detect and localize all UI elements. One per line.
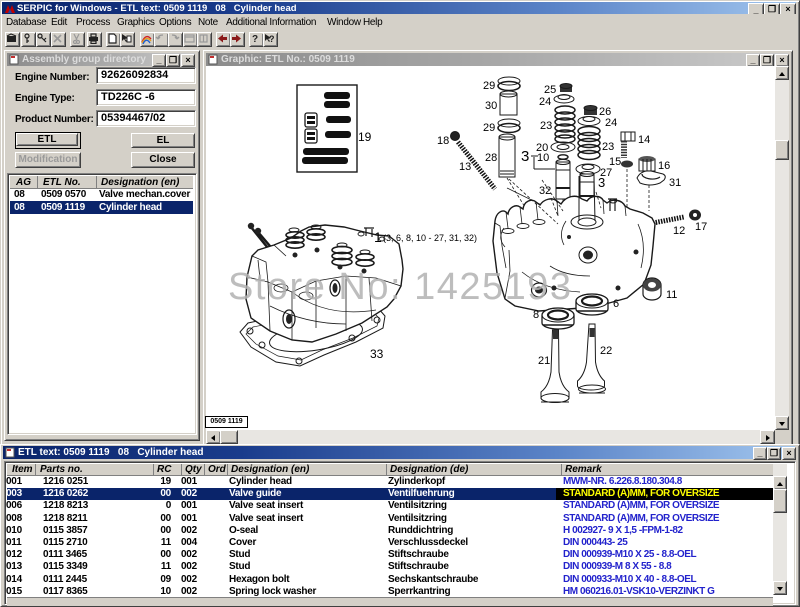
svg-text:29: 29 bbox=[483, 122, 495, 134]
svg-text:21: 21 bbox=[538, 355, 550, 367]
svg-text:32: 32 bbox=[539, 185, 551, 197]
svg-text:3: 3 bbox=[521, 148, 529, 165]
svg-text:29: 29 bbox=[483, 80, 495, 92]
svg-text:25: 25 bbox=[544, 84, 556, 96]
svg-text:22: 22 bbox=[600, 345, 612, 357]
svg-text:23: 23 bbox=[540, 120, 552, 132]
svg-text:14: 14 bbox=[638, 134, 650, 146]
svg-text:23: 23 bbox=[602, 141, 614, 153]
svg-text:15: 15 bbox=[609, 156, 621, 168]
svg-text:?: ? bbox=[269, 34, 275, 44]
svg-text:31: 31 bbox=[669, 177, 681, 189]
svg-text:12: 12 bbox=[673, 225, 685, 237]
svg-text:18: 18 bbox=[437, 135, 449, 147]
svg-text:33: 33 bbox=[370, 347, 384, 361]
svg-text:3: 3 bbox=[598, 175, 605, 190]
svg-text:1: 1 bbox=[374, 229, 382, 245]
svg-text:24: 24 bbox=[605, 117, 617, 129]
svg-text:(3, 6, 8, 10 - 27, 31, 32): (3, 6, 8, 10 - 27, 31, 32) bbox=[383, 233, 477, 243]
svg-text:28: 28 bbox=[485, 152, 497, 164]
svg-text:30: 30 bbox=[485, 100, 497, 112]
svg-text:16: 16 bbox=[658, 160, 670, 172]
svg-text:?: ? bbox=[252, 34, 258, 44]
svg-text:19: 19 bbox=[358, 130, 372, 144]
svg-text:8: 8 bbox=[533, 309, 539, 321]
svg-text:24: 24 bbox=[539, 96, 551, 108]
svg-text:10: 10 bbox=[537, 152, 549, 164]
svg-text:17: 17 bbox=[695, 221, 707, 233]
svg-text:13: 13 bbox=[459, 161, 471, 173]
